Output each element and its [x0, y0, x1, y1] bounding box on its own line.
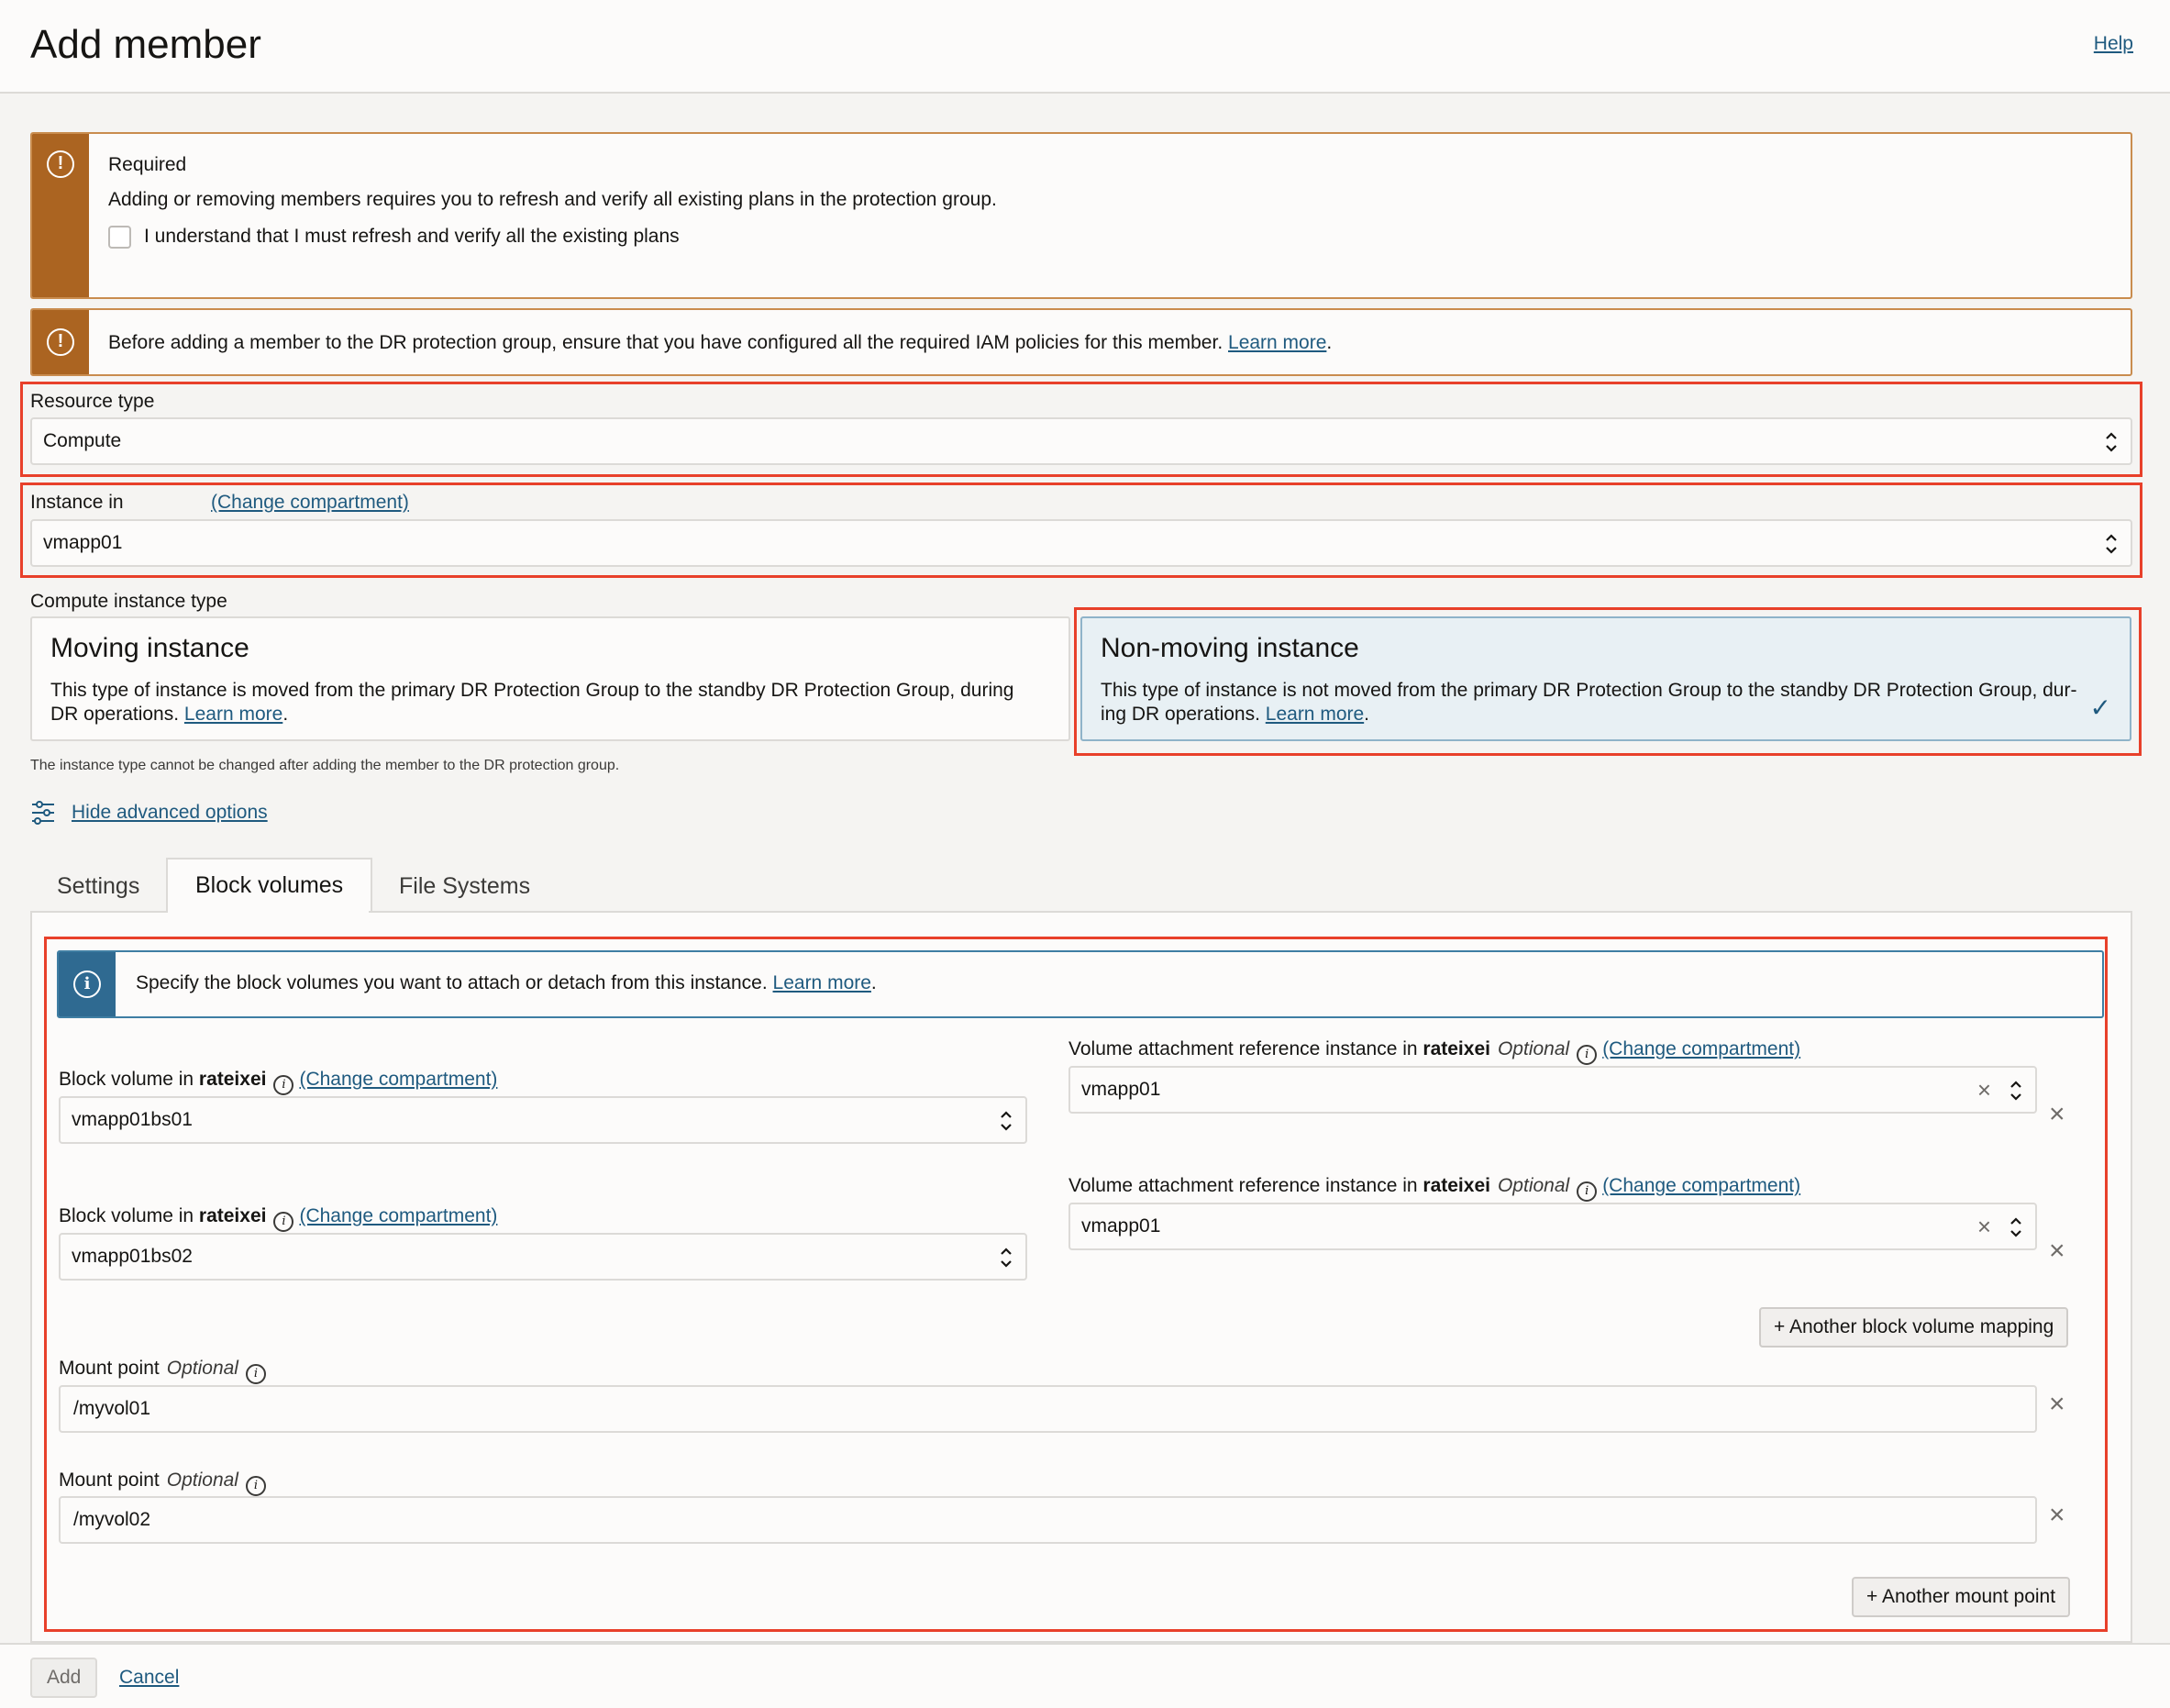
- understand-row: I understand that I must refresh and ver…: [108, 224, 2112, 250]
- instance-change-compartment-link[interactable]: (Change compartment): [211, 492, 409, 514]
- ref-instance-label: Volume attachment reference instance in …: [1068, 1175, 1800, 1202]
- bv-change-compartment-link[interactable]: (Change compartment): [299, 1205, 497, 1226]
- block-volume-label: Block volume in rateixei i (Change compart…: [59, 1205, 497, 1232]
- ref-instance-label: Volume attachment reference instance in …: [1068, 1038, 1800, 1065]
- block-volumes-info-text: Specify the block volumes you want to at…: [136, 972, 768, 993]
- page-header: Add member Help: [0, 0, 2170, 94]
- add-button[interactable]: Add: [30, 1658, 98, 1698]
- sliders-icon[interactable]: [30, 800, 56, 826]
- cancel-link[interactable]: Cancel: [119, 1667, 179, 1689]
- info-icon[interactable]: i: [1577, 1045, 1598, 1065]
- info-icon[interactable]: i: [245, 1476, 266, 1496]
- instance-type-hint: The instance type cannot be changed afte…: [30, 758, 620, 773]
- ref-instance-select[interactable]: vmapp01 ×: [1068, 1066, 2037, 1114]
- block-volumes-info: i Specify the block volumes you want to …: [57, 950, 2104, 1018]
- help-link[interactable]: Help: [2094, 33, 2133, 55]
- page-title: Add member: [30, 22, 261, 67]
- non-moving-learn-more-link[interactable]: Learn more: [1266, 704, 1364, 725]
- info-icon[interactable]: i: [273, 1075, 294, 1095]
- select-chevron-icon: [2106, 432, 2117, 452]
- remove-mount-point-icon[interactable]: ×: [2049, 1500, 2065, 1531]
- warning-icon: !: [47, 328, 74, 356]
- moving-instance-title: Moving instance: [50, 633, 249, 663]
- non-moving-instance-card[interactable]: Non-moving instance This type of instanc…: [1080, 616, 2131, 741]
- tab-block-volumes[interactable]: Block volumes: [166, 858, 373, 915]
- info-icon[interactable]: i: [1577, 1181, 1598, 1202]
- mount-point-label: Mount point Optional i: [59, 1470, 271, 1496]
- instance-select[interactable]: vmapp01: [30, 519, 2132, 567]
- tab-file-systems[interactable]: File Systems: [399, 873, 530, 900]
- instance-label: Instance in: [30, 492, 124, 513]
- understand-label: I understand that I must refresh and ver…: [144, 226, 680, 247]
- clear-icon[interactable]: ×: [1977, 1068, 1991, 1112]
- hide-advanced-options-link[interactable]: Hide advanced options: [72, 802, 268, 824]
- resource-type-select[interactable]: Compute: [30, 417, 2132, 465]
- ref-instance-select[interactable]: vmapp01 ×: [1068, 1203, 2037, 1250]
- ref-change-compartment-link[interactable]: (Change compartment): [1602, 1038, 1800, 1059]
- iam-learn-more-link[interactable]: Learn more: [1228, 332, 1326, 353]
- alert-message: Adding or removing members requires you …: [108, 189, 997, 210]
- footer-bar: Add Cancel: [0, 1643, 2170, 1708]
- remove-mapping-icon[interactable]: ×: [2049, 1236, 2065, 1267]
- another-block-volume-mapping-button[interactable]: + Another block volume mapping: [1759, 1307, 2069, 1348]
- iam-message: Before adding a member to the DR protect…: [108, 332, 1223, 353]
- select-chevron-icon: [2010, 1081, 2021, 1101]
- compute-instance-type-label: Compute instance type: [30, 591, 227, 612]
- info-icon[interactable]: i: [245, 1364, 266, 1384]
- mount-point-label: Mount point Optional i: [59, 1358, 271, 1384]
- block-volume-select[interactable]: vmapp01bs01: [59, 1096, 1027, 1144]
- moving-instance-card[interactable]: Moving instance This type of instance is…: [30, 616, 1070, 741]
- resource-type-label: Resource type: [30, 391, 155, 412]
- remove-mapping-icon[interactable]: ×: [2049, 1099, 2065, 1130]
- bv-change-compartment-link[interactable]: (Change compartment): [299, 1069, 497, 1090]
- instance-value: vmapp01: [43, 532, 123, 553]
- iam-alert: ! Before adding a member to the DR prote…: [30, 308, 2132, 376]
- block-volumes-learn-more-link[interactable]: Learn more: [773, 972, 871, 993]
- warning-icon: !: [47, 150, 74, 178]
- resource-type-value: Compute: [43, 430, 122, 451]
- tab-settings[interactable]: Settings: [57, 873, 139, 900]
- ref-change-compartment-link[interactable]: (Change compartment): [1602, 1175, 1800, 1196]
- select-chevron-icon: [1001, 1248, 1012, 1268]
- required-alert: ! Required Adding or removing members re…: [30, 132, 2132, 299]
- checkmark-icon: ✓: [2089, 693, 2111, 722]
- block-volume-select[interactable]: vmapp01bs02: [59, 1233, 1027, 1281]
- remove-mount-point-icon[interactable]: ×: [2049, 1389, 2065, 1420]
- info-icon: i: [73, 970, 101, 998]
- understand-checkbox[interactable]: [108, 225, 131, 249]
- mount-point-input[interactable]: /myvol02: [59, 1496, 2037, 1544]
- clear-icon[interactable]: ×: [1977, 1204, 1991, 1248]
- select-chevron-icon: [2106, 534, 2117, 554]
- moving-learn-more-link[interactable]: Learn more: [184, 704, 282, 725]
- select-chevron-icon: [2010, 1217, 2021, 1237]
- non-moving-instance-title: Non-moving instance: [1101, 633, 1359, 663]
- alert-title: Required: [108, 154, 187, 175]
- select-chevron-icon: [1001, 1111, 1012, 1131]
- another-mount-point-button[interactable]: + Another mount point: [1852, 1577, 2071, 1617]
- non-moving-instance-desc: This type of instance is not moved from …: [1101, 680, 2077, 725]
- block-volume-label: Block volume in rateixei i (Change compart…: [59, 1069, 497, 1095]
- info-icon[interactable]: i: [273, 1212, 294, 1232]
- mount-point-input[interactable]: /myvol01: [59, 1385, 2037, 1433]
